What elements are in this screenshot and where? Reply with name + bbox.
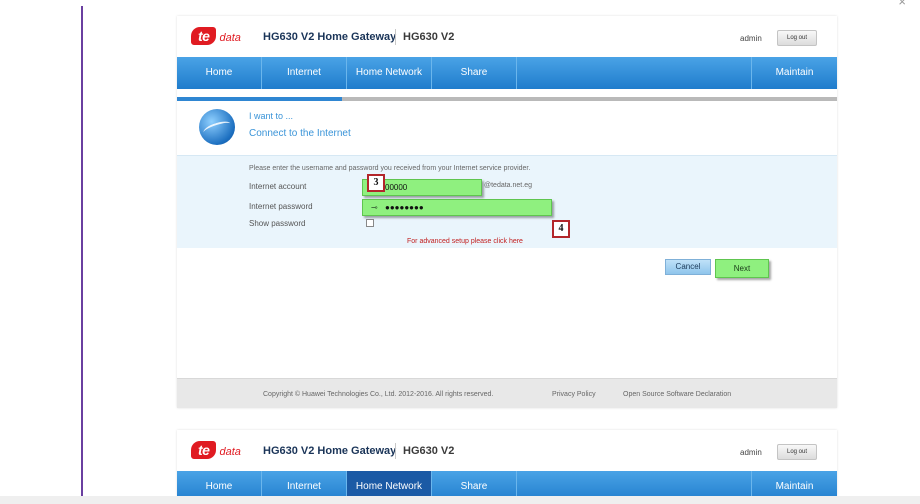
gateway-model: HG630 V2 (403, 31, 455, 43)
next-button[interactable]: Next (715, 259, 769, 278)
account-label: Internet account (249, 182, 307, 191)
step-callout-password: 3 (367, 174, 385, 192)
brand-logo: te data (191, 441, 241, 459)
user-name: admin (740, 448, 762, 457)
gateway-model: HG630 V2 (403, 445, 455, 457)
privacy-policy-link[interactable]: Privacy Policy (552, 391, 596, 398)
wizard-prompt: I want to ... (249, 111, 294, 121)
brand-badge: te (191, 27, 217, 45)
credentials-form: Please enter the username and password y… (177, 155, 837, 248)
router-header: te data HG630 V2 Home Gateway HG630 V2 a… (177, 430, 837, 471)
tab-maintain[interactable]: Maintain (752, 471, 837, 496)
brand-suffix: data (219, 446, 241, 458)
nav-spacer (517, 471, 752, 496)
password-label: Internet password (249, 202, 313, 211)
cancel-button[interactable]: Cancel (665, 259, 711, 275)
gateway-title: HG630 V2 Home Gateway (263, 31, 397, 43)
router-footer: Copyright © Huawei Technologies Co., Ltd… (177, 378, 837, 408)
wizard-heading: I want to ... Connect to the Internet (177, 101, 837, 155)
router-screenshot-next-step: te data HG630 V2 Home Gateway HG630 V2 a… (177, 430, 837, 496)
tab-internet[interactable]: Internet (262, 57, 347, 89)
main-nav: Home Internet Home Network Share Maintai… (177, 57, 837, 89)
brand-badge: te (191, 441, 217, 459)
tab-home-network[interactable]: Home Network (347, 471, 432, 496)
show-password-label: Show password (249, 219, 306, 228)
key-icon: ⊸ (371, 203, 378, 212)
title-separator (395, 29, 396, 45)
account-value: 00000 (385, 183, 408, 192)
tab-home[interactable]: Home (177, 471, 262, 496)
router-header: te data HG630 V2 Home Gateway HG630 V2 a… (177, 16, 837, 57)
tab-share[interactable]: Share (432, 471, 517, 496)
show-password-checkbox[interactable] (366, 219, 374, 227)
open-source-link[interactable]: Open Source Software Declaration (623, 391, 731, 398)
bottom-strip (0, 496, 920, 504)
brand-suffix: data (219, 32, 241, 44)
tab-home-network[interactable]: Home Network (347, 57, 432, 89)
advanced-setup-link[interactable]: For advanced setup please click here (407, 238, 523, 245)
brand-logo: te data (191, 27, 241, 45)
nav-spacer (517, 57, 752, 89)
logout-button[interactable]: Log out (777, 30, 817, 46)
close-icon[interactable]: × (898, 0, 906, 9)
logout-button[interactable]: Log out (777, 444, 817, 460)
title-separator (395, 443, 396, 459)
left-divider (81, 6, 83, 496)
globe-icon (199, 109, 235, 145)
form-instructions: Please enter the username and password y… (249, 165, 531, 172)
password-value: ●●●●●●●● (385, 203, 424, 212)
user-name: admin (740, 34, 762, 43)
footer-copyright: Copyright © Huawei Technologies Co., Ltd… (263, 391, 494, 398)
step-callout-next: 4 (552, 220, 570, 238)
router-screenshot-step: te data HG630 V2 Home Gateway HG630 V2 a… (177, 16, 837, 408)
tab-share[interactable]: Share (432, 57, 517, 89)
main-nav: Home Internet Home Network Share Maintai… (177, 471, 837, 496)
tab-home[interactable]: Home (177, 57, 262, 89)
tab-maintain[interactable]: Maintain (752, 57, 837, 89)
wizard-task: Connect to the Internet (249, 128, 351, 139)
gateway-title: HG630 V2 Home Gateway (263, 445, 397, 457)
internet-password-input[interactable]: ⊸ ●●●●●●●● (362, 199, 552, 216)
tab-internet[interactable]: Internet (262, 471, 347, 496)
account-domain: @tedata.net.eg (484, 182, 532, 189)
tutorial-page: × te data HG630 V2 Home Gateway HG630 V2… (0, 0, 920, 504)
